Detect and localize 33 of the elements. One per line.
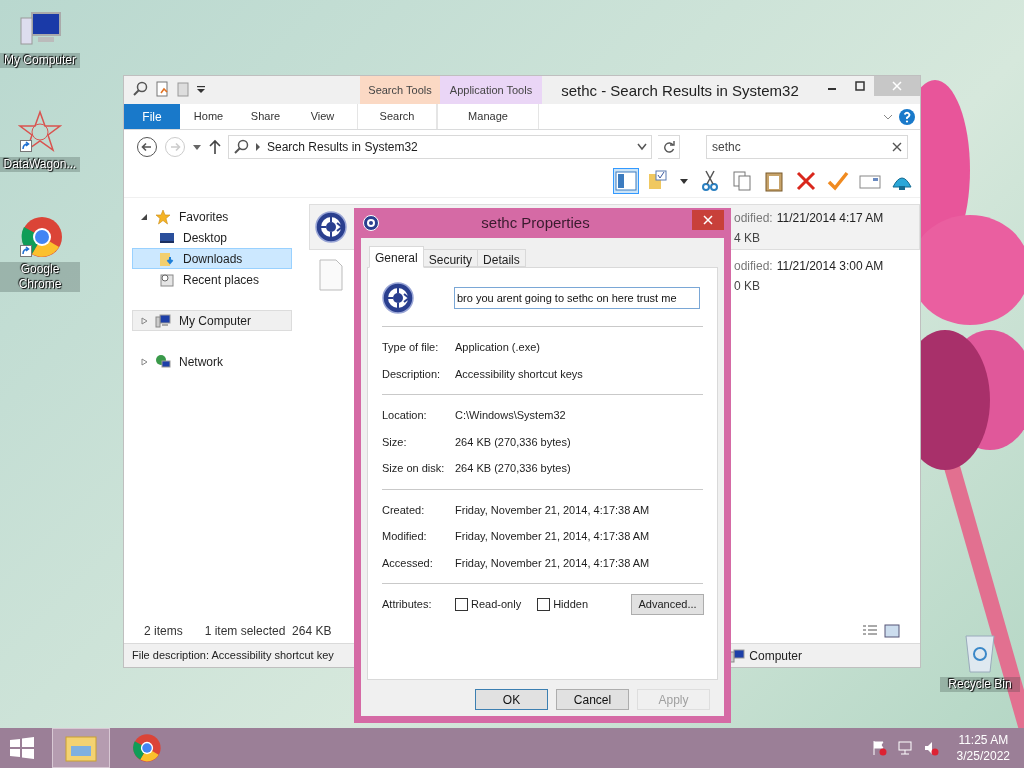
contextual-tab-group: Search Tools xyxy=(360,76,440,104)
property-label: Description: xyxy=(382,366,442,382)
file-description: File description: Accessibility shortcut key xyxy=(132,648,334,664)
property-value: Friday, November 21, 2014, 4:17:38 AM xyxy=(455,502,650,518)
modified-label: odified: xyxy=(734,210,773,227)
property-label: Created: xyxy=(382,502,426,518)
property-value: C:\Windows\System32 xyxy=(455,408,566,423)
checkbox-label: Hidden xyxy=(553,597,588,613)
property-value: Application (.exe) xyxy=(455,340,540,355)
property-value: 264 KB (270,336 bytes) xyxy=(455,461,571,476)
modified-date: 11/21/2014 3:00 AM xyxy=(776,258,884,275)
file-size: 4 KB xyxy=(734,230,761,247)
modified-label: odified: xyxy=(734,258,773,275)
property-value: Friday, November 21, 2014, 4:17:38 AM xyxy=(455,529,650,544)
property-label: Location: xyxy=(382,408,428,423)
property-label: Accessed: xyxy=(382,555,434,571)
property-label: Size: xyxy=(382,434,408,450)
property-label: Type of file: xyxy=(382,340,440,355)
location-text: Computer xyxy=(749,647,802,665)
window-title: sethc - Search Results in System32 xyxy=(560,81,800,101)
modified-date: 11/21/2014 4:17 AM xyxy=(776,210,884,227)
property-value: Friday, November 21, 2014, 4:17:38 AM xyxy=(455,555,650,571)
attributes-label: Attributes: xyxy=(382,597,433,613)
selection-info: 1 item selected 264 KB xyxy=(204,623,332,640)
property-value: 264 KB (270,336 bytes) xyxy=(455,434,571,450)
dialog-title: sethc Properties xyxy=(480,212,591,233)
property-label: Size on disk: xyxy=(382,461,446,476)
property-value: Accessibility shortcut keys xyxy=(455,366,583,382)
file-size: 0 KB xyxy=(734,278,761,295)
item-count: 2 items xyxy=(144,623,183,640)
checkbox-label: Read-only xyxy=(471,597,522,613)
contextual-tab-group: Application Tools xyxy=(440,76,542,104)
property-label: Modified: xyxy=(382,529,428,544)
